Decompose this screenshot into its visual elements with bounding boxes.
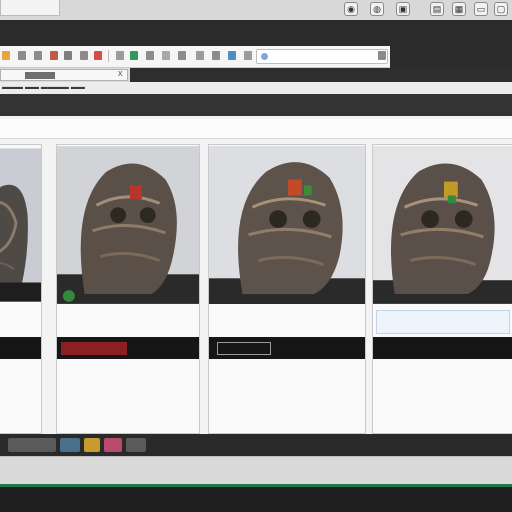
address-tag [25,72,55,79]
page-title [0,119,512,139]
forward-icon[interactable] [34,51,42,60]
page-content [0,116,512,434]
history-icon[interactable] [178,51,186,60]
status-bar [0,456,512,484]
active-tab[interactable] [0,0,60,16]
taskbar-app[interactable] [8,438,56,452]
action-bar [57,337,199,359]
gear-icon[interactable] [244,51,252,60]
settings-icon[interactable] [196,51,204,60]
download-icon[interactable] [212,51,220,60]
result-card[interactable] [56,144,200,434]
taskbar-app[interactable] [84,438,100,452]
nav-strip [0,94,512,116]
result-card[interactable] [372,144,512,434]
view-button[interactable] [217,342,271,355]
browser-window: ◉ ◍ ▣ ▤ ▦ ▭ ▢ x ▬▬▬ ▬▬ ▬▬▬▬ ▬▬ [0,0,512,512]
result-image[interactable] [57,145,199,305]
taskbar-app[interactable] [126,438,146,452]
home-icon[interactable] [2,51,10,60]
address-bar[interactable] [0,69,128,81]
print-icon[interactable] [64,51,72,60]
taskbar-app[interactable] [60,438,80,452]
taskbar [0,434,512,456]
result-image[interactable] [373,145,512,305]
result-card[interactable] [208,144,366,434]
result-card[interactable] [0,144,42,434]
address-row: x [0,68,512,82]
toolbar-dark-area [390,46,512,68]
star-icon[interactable] [162,51,170,60]
result-image[interactable] [0,145,41,305]
back-icon[interactable] [18,51,26,60]
folder-icon[interactable]: ▤ [430,2,444,16]
tools-icon[interactable]: ▦ [452,2,466,16]
action-bar [0,337,41,359]
tab-bar [0,20,512,46]
result-info-box [376,310,510,334]
taskbar-app[interactable] [104,438,122,452]
title-strip: ◉ ◍ ▣ ▤ ▦ ▭ ▢ [0,0,512,20]
desktop-edge [0,487,512,512]
bookmark-icon[interactable] [116,51,124,60]
document-icon[interactable]: ▣ [396,2,410,16]
search-input[interactable] [256,49,388,64]
view-button[interactable] [379,342,431,355]
toolbar-divider [108,50,109,62]
result-image[interactable] [209,145,365,305]
shield-icon[interactable]: ◍ [370,2,384,16]
breadcrumb[interactable]: ▬▬▬ ▬▬ ▬▬▬▬ ▬▬ [0,82,512,94]
edit-icon[interactable] [80,51,88,60]
address-dark-area [130,68,512,82]
flag-icon[interactable] [94,51,102,60]
action-bar [373,337,512,359]
search-icon [261,53,268,60]
menu-icon[interactable] [378,51,386,60]
share-icon[interactable] [228,51,236,60]
toolbar [0,46,512,68]
refresh-icon[interactable]: ◉ [344,2,358,16]
lock-icon[interactable] [146,51,154,60]
action-bar [209,337,365,359]
minimize-icon[interactable]: ▭ [474,2,488,16]
globe-icon[interactable] [130,51,138,60]
view-button[interactable] [61,342,127,355]
close-icon[interactable]: x [118,68,123,78]
close-icon[interactable]: ▢ [494,2,508,16]
mail-icon[interactable] [50,51,58,60]
